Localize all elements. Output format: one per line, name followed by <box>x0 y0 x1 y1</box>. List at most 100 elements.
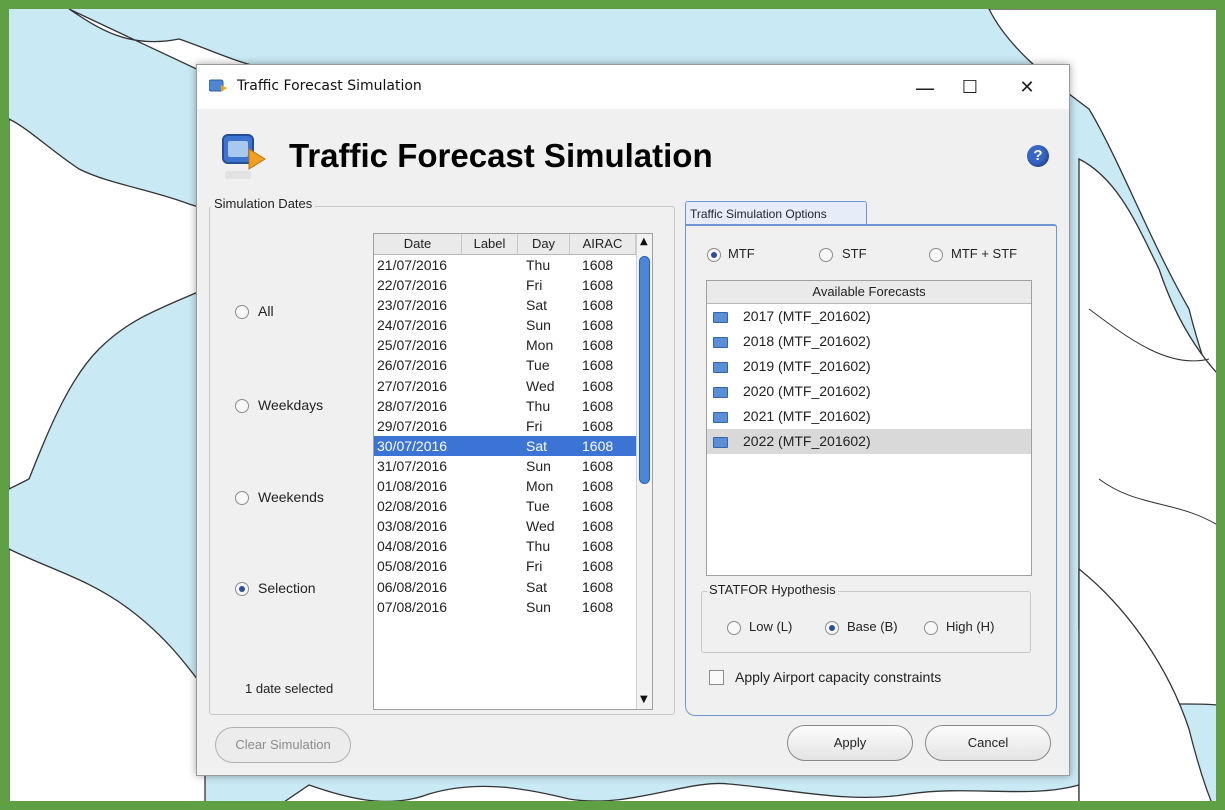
forecast-list-item[interactable]: 2020 (MTF_201602) <box>707 379 1031 404</box>
scroll-up-arrow-icon[interactable]: ▲ <box>640 236 648 247</box>
cell-airac: 1608 <box>582 478 614 495</box>
forecast-list-item[interactable]: 2017 (MTF_201602) <box>707 304 1031 329</box>
statfor-hypothesis-label: STATFOR Hypothesis <box>707 582 838 597</box>
table-row[interactable]: 06/08/2016 Sat 1608 <box>374 577 636 597</box>
table-row[interactable]: 03/08/2016 Wed 1608 <box>374 516 636 536</box>
forecast-icon <box>713 337 728 348</box>
cell-date: 26/07/2016 <box>377 357 448 374</box>
low-radio-label: Low (L) <box>749 619 793 634</box>
cell-airac: 1608 <box>582 297 614 314</box>
cell-date: 30/07/2016 <box>377 437 448 454</box>
forecast-label: 2017 (MTF_201602) <box>743 308 871 324</box>
dates-table-body: 21/07/2016 Thu 1608 22/07/2016 Fri 1608 23/07/… <box>374 255 636 617</box>
maximize-icon[interactable]: ☐ <box>948 73 992 103</box>
dates-table: Date Label Day AIRAC 21/07/2016 Thu 1608 22… <box>373 233 653 710</box>
table-row[interactable]: 01/08/2016 Mon 1608 <box>374 476 636 496</box>
cancel-button[interactable]: Cancel <box>925 725 1051 761</box>
selection-radio[interactable] <box>235 582 249 596</box>
table-row[interactable]: 27/07/2016 Wed 1608 <box>374 376 636 396</box>
cell-day: Sat <box>526 437 548 454</box>
column-header-day[interactable]: Day <box>518 234 570 254</box>
weekends-radio[interactable] <box>235 491 249 505</box>
table-row[interactable]: 05/08/2016 Fri 1608 <box>374 556 636 576</box>
minimize-icon[interactable]: — <box>903 73 947 103</box>
close-icon[interactable]: ✕ <box>1005 73 1049 103</box>
forecast-list-item[interactable]: 2019 (MTF_201602) <box>707 354 1031 379</box>
cell-day: Mon <box>526 478 554 495</box>
apply-button[interactable]: Apply <box>787 725 913 761</box>
weekdays-radio-label: Weekdays <box>258 397 324 413</box>
mtf-radio[interactable] <box>707 248 721 262</box>
table-row[interactable]: 31/07/2016 Sun 1608 <box>374 456 636 476</box>
scroll-down-arrow-icon[interactable]: ▼ <box>640 694 648 705</box>
cell-airac: 1608 <box>582 437 614 454</box>
cell-airac: 1608 <box>582 518 614 535</box>
table-row[interactable]: 25/07/2016 Mon 1608 <box>374 335 636 355</box>
table-row[interactable]: 30/07/2016 Sat 1608 <box>374 435 636 456</box>
all-radio[interactable] <box>235 305 249 319</box>
cell-date: 04/08/2016 <box>377 538 448 555</box>
cell-date: 27/07/2016 <box>377 377 448 394</box>
table-row[interactable]: 02/08/2016 Tue 1608 <box>374 496 636 516</box>
table-row[interactable]: 24/07/2016 Sun 1608 <box>374 315 636 335</box>
cell-date: 24/07/2016 <box>377 317 448 334</box>
low-radio[interactable] <box>727 621 741 635</box>
base-radio-label: Base (B) <box>847 619 898 634</box>
column-header-date[interactable]: Date <box>374 234 462 254</box>
cell-day: Wed <box>526 518 555 535</box>
airport-capacity-checkbox[interactable] <box>709 670 724 685</box>
cell-day: Sun <box>526 457 551 474</box>
cell-date: 07/08/2016 <box>377 598 448 615</box>
cell-date: 22/07/2016 <box>377 277 448 294</box>
mtf-stf-radio[interactable] <box>929 248 943 262</box>
dates-table-scrollbar[interactable]: ▲ ▼ <box>636 234 652 709</box>
forecast-label: 2021 (MTF_201602) <box>743 408 871 424</box>
cell-date: 01/08/2016 <box>377 478 448 495</box>
cell-airac: 1608 <box>582 317 614 334</box>
cell-airac: 1608 <box>582 377 614 394</box>
cell-day: Fri <box>526 277 543 294</box>
scrollbar-thumb[interactable] <box>639 256 650 484</box>
table-row[interactable]: 26/07/2016 Tue 1608 <box>374 355 636 375</box>
cell-day: Thu <box>526 397 551 414</box>
tab-traffic-simulation-options[interactable]: Traffic Simulation Options <box>685 201 867 225</box>
mtf-stf-radio-label: MTF + STF <box>951 246 1018 261</box>
cell-date: 05/08/2016 <box>377 558 448 575</box>
app-icon <box>209 79 227 92</box>
table-row[interactable]: 28/07/2016 Thu 1608 <box>374 396 636 416</box>
table-row[interactable]: 07/08/2016 Sun 1608 <box>374 597 636 617</box>
cell-day: Mon <box>526 337 554 354</box>
forecast-icon <box>713 437 728 448</box>
table-row[interactable]: 21/07/2016 Thu 1608 <box>374 255 636 275</box>
clear-simulation-button[interactable]: Clear Simulation <box>215 727 351 763</box>
table-row[interactable]: 22/07/2016 Fri 1608 <box>374 275 636 295</box>
column-header-label[interactable]: Label <box>462 234 518 254</box>
stf-radio-label: STF <box>842 246 867 261</box>
dialog-heading: Traffic Forecast Simulation <box>289 137 713 174</box>
cell-date: 03/08/2016 <box>377 518 448 535</box>
cell-airac: 1608 <box>582 257 614 273</box>
weekdays-radio[interactable] <box>235 399 249 413</box>
forecast-list-item[interactable]: 2021 (MTF_201602) <box>707 404 1031 429</box>
forecast-label: 2022 (MTF_201602) <box>743 433 871 449</box>
available-forecasts-list: Available Forecasts 2017 (MTF_201602) 201… <box>706 280 1032 576</box>
base-radio[interactable] <box>825 621 839 635</box>
high-radio[interactable] <box>924 621 938 635</box>
dates-table-header: Date Label Day AIRAC <box>374 234 636 255</box>
cell-date: 29/07/2016 <box>377 417 448 434</box>
cell-date: 21/07/2016 <box>377 257 448 273</box>
table-row[interactable]: 23/07/2016 Sat 1608 <box>374 295 636 315</box>
traffic-forecast-dialog: Traffic Forecast Simulation — ☐ ✕ Traffi… <box>196 64 1070 776</box>
cell-day: Sat <box>526 578 548 595</box>
all-radio-label: All <box>258 303 274 319</box>
title-bar: Traffic Forecast Simulation — ☐ ✕ <box>197 65 1069 109</box>
forecast-list-item[interactable]: 2018 (MTF_201602) <box>707 329 1031 354</box>
table-row[interactable]: 04/08/2016 Thu 1608 <box>374 536 636 556</box>
stf-radio[interactable] <box>819 248 833 262</box>
column-header-airac[interactable]: AIRAC <box>570 234 636 254</box>
selection-radio-label: Selection <box>258 580 316 596</box>
table-row[interactable]: 29/07/2016 Fri 1608 <box>374 416 636 436</box>
forecast-list-item[interactable]: 2022 (MTF_201602) <box>707 429 1031 454</box>
mtf-radio-label: MTF <box>728 246 755 261</box>
help-icon[interactable]: ? <box>1027 145 1049 167</box>
